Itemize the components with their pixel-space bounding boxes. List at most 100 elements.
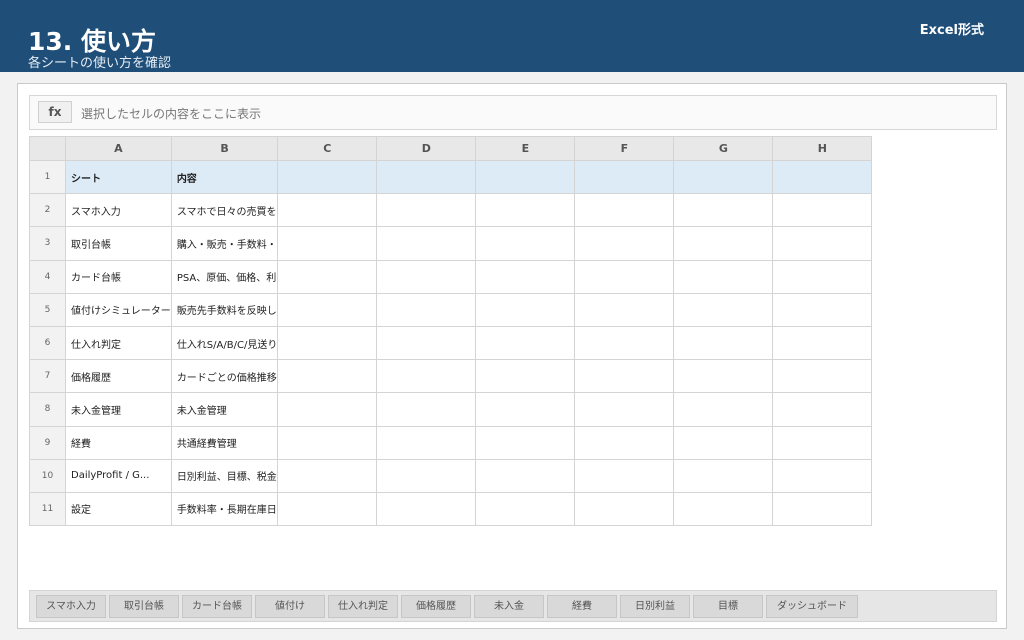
- cell[interactable]: [673, 259, 774, 294]
- cell[interactable]: 値付けシミュレーター: [65, 292, 172, 327]
- cell[interactable]: [277, 292, 378, 327]
- cell[interactable]: [772, 392, 873, 427]
- sheet-tab[interactable]: 経費: [547, 595, 617, 618]
- cell[interactable]: [574, 359, 675, 394]
- cell[interactable]: 共通経費管理: [170, 425, 279, 460]
- cell[interactable]: [673, 159, 774, 195]
- cell[interactable]: 仕入れ判定: [65, 325, 172, 361]
- formula-bar-text[interactable]: 選択したセルの内容をここに表示: [81, 105, 261, 122]
- cell[interactable]: [475, 359, 576, 394]
- fx-icon[interactable]: fx: [38, 101, 72, 123]
- cell[interactable]: [277, 458, 378, 493]
- cell[interactable]: [673, 425, 774, 460]
- row-number[interactable]: 1: [29, 159, 66, 195]
- sheet-tab[interactable]: 目標: [693, 595, 763, 618]
- cell[interactable]: DailyProfit / G...: [65, 458, 172, 493]
- cell[interactable]: [475, 425, 576, 460]
- cell[interactable]: 購入・販売・手数料・: [170, 226, 279, 261]
- cell[interactable]: [673, 491, 774, 527]
- sheet-tab[interactable]: 未入金: [474, 595, 544, 618]
- cell[interactable]: [376, 292, 477, 327]
- column-header[interactable]: H: [772, 136, 873, 161]
- row-number[interactable]: 9: [29, 425, 66, 460]
- formula-bar[interactable]: fx 選択したセルの内容をここに表示: [29, 95, 997, 130]
- cell[interactable]: [376, 325, 477, 361]
- cell[interactable]: 未入金管理: [170, 392, 279, 427]
- row-number[interactable]: 10: [29, 458, 66, 493]
- row-number[interactable]: 4: [29, 259, 66, 294]
- cell[interactable]: 取引台帳: [65, 226, 172, 261]
- cell[interactable]: [772, 425, 873, 460]
- cell[interactable]: [772, 325, 873, 361]
- cell[interactable]: [574, 259, 675, 294]
- column-header[interactable]: A: [65, 136, 172, 161]
- cell[interactable]: [277, 491, 378, 527]
- cell[interactable]: [277, 226, 378, 261]
- cell[interactable]: [574, 159, 675, 195]
- cell[interactable]: [376, 425, 477, 460]
- cell[interactable]: カード台帳: [65, 259, 172, 294]
- cell[interactable]: 仕入れS/A/B/C/見送り: [170, 325, 279, 361]
- sheet-tab[interactable]: 価格履歴: [401, 595, 471, 618]
- sheet-tab[interactable]: カード台帳: [182, 595, 252, 618]
- cell[interactable]: シート: [65, 159, 172, 195]
- corner-cell[interactable]: [29, 136, 66, 161]
- row-number[interactable]: 7: [29, 359, 66, 394]
- cell[interactable]: [475, 193, 576, 228]
- column-header[interactable]: B: [170, 136, 279, 161]
- cell[interactable]: カードごとの価格推移: [170, 359, 279, 394]
- row-number[interactable]: 8: [29, 392, 66, 427]
- column-header[interactable]: E: [475, 136, 576, 161]
- cell[interactable]: [772, 292, 873, 327]
- cell[interactable]: [574, 458, 675, 493]
- cell[interactable]: 経費: [65, 425, 172, 460]
- cell[interactable]: [772, 491, 873, 527]
- cell[interactable]: [376, 392, 477, 427]
- cell[interactable]: [376, 226, 477, 261]
- cell[interactable]: PSA、原価、価格、利: [170, 259, 279, 294]
- cell[interactable]: [772, 458, 873, 493]
- cell[interactable]: [475, 159, 576, 195]
- cell[interactable]: [475, 325, 576, 361]
- cell[interactable]: [772, 259, 873, 294]
- cell[interactable]: [376, 359, 477, 394]
- row-number[interactable]: 11: [29, 491, 66, 527]
- cell[interactable]: 内容: [170, 159, 279, 195]
- cell[interactable]: [772, 159, 873, 195]
- cell[interactable]: [772, 359, 873, 394]
- cell[interactable]: 手数料率・長期在庫日: [170, 491, 279, 527]
- sheet-tab[interactable]: 値付け: [255, 595, 325, 618]
- cell[interactable]: [475, 458, 576, 493]
- cell[interactable]: [475, 226, 576, 261]
- cell[interactable]: 未入金管理: [65, 392, 172, 427]
- cell[interactable]: [376, 193, 477, 228]
- cell[interactable]: [673, 359, 774, 394]
- cell[interactable]: [574, 226, 675, 261]
- cell[interactable]: [475, 259, 576, 294]
- row-number[interactable]: 2: [29, 193, 66, 228]
- cell[interactable]: [574, 491, 675, 527]
- cell[interactable]: [673, 226, 774, 261]
- cell[interactable]: [673, 292, 774, 327]
- cell[interactable]: 日別利益、目標、税金: [170, 458, 279, 493]
- row-number[interactable]: 6: [29, 325, 66, 361]
- row-number[interactable]: 3: [29, 226, 66, 261]
- cell[interactable]: [673, 458, 774, 493]
- cell[interactable]: [277, 259, 378, 294]
- sheet-tab[interactable]: 日別利益: [620, 595, 690, 618]
- column-header[interactable]: G: [673, 136, 774, 161]
- cell[interactable]: [673, 193, 774, 228]
- cell[interactable]: [376, 159, 477, 195]
- column-header[interactable]: F: [574, 136, 675, 161]
- cell[interactable]: [574, 292, 675, 327]
- cell[interactable]: スマホで日々の売買を: [170, 193, 279, 228]
- cell[interactable]: スマホ入力: [65, 193, 172, 228]
- cell[interactable]: 販売先手数料を反映し: [170, 292, 279, 327]
- cell[interactable]: [574, 425, 675, 460]
- cell[interactable]: [673, 325, 774, 361]
- cell[interactable]: [772, 193, 873, 228]
- column-header[interactable]: D: [376, 136, 477, 161]
- cell[interactable]: 価格履歴: [65, 359, 172, 394]
- cell[interactable]: 設定: [65, 491, 172, 527]
- cell[interactable]: [277, 325, 378, 361]
